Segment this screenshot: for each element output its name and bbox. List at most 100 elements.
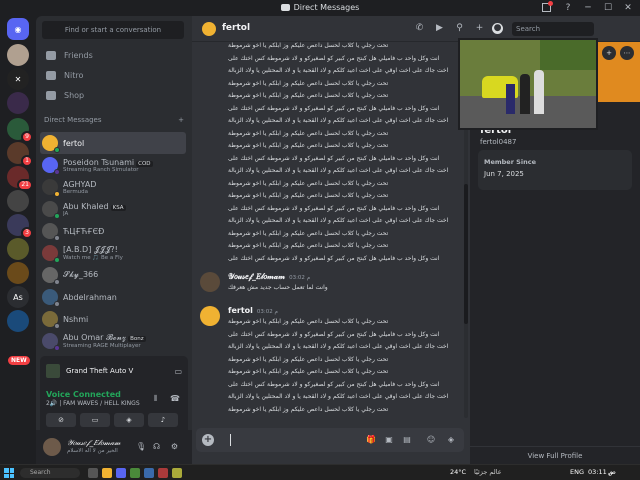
dm-activity: Streaming Ranch Simulator [63, 166, 139, 173]
attach-button[interactable]: + [202, 434, 214, 446]
call-icon[interactable]: ✆ [414, 23, 425, 34]
settings-icon[interactable]: ⚙ [170, 442, 179, 451]
discord-app-icon[interactable] [116, 468, 126, 478]
headphones-icon[interactable]: ☊ [152, 442, 161, 451]
message-header: fertol 03:02 م [228, 306, 278, 315]
screen-icon[interactable]: ▭ [174, 367, 182, 376]
app-icon[interactable] [172, 468, 182, 478]
clock-date[interactable]: ص [608, 468, 616, 476]
avatar[interactable] [200, 272, 220, 292]
message-author[interactable]: fertol [228, 306, 253, 315]
avatar [42, 267, 60, 285]
disconnect-icon[interactable]: ☎ [170, 394, 180, 403]
message-composer[interactable]: + 🎁 ▣ ▤ ☺ ◈ [196, 428, 464, 452]
task-view-icon[interactable] [88, 468, 98, 478]
weather-temp[interactable]: 24°C [450, 468, 466, 476]
dm-item[interactable]: ЋЦҒЋҒЄĐ [40, 220, 186, 242]
scrollbar-thumb[interactable] [464, 184, 468, 324]
apps-icon[interactable]: ◈ [446, 435, 456, 445]
dm-item[interactable]: Abu Omar 𝓑𝓸𝓷𝔃 Bonz Streaming RAGE Multipla… [40, 330, 186, 352]
avatar [42, 179, 60, 197]
dm-item[interactable]: Nshmi [40, 308, 186, 330]
emoji-icon[interactable]: ☺ [426, 435, 436, 445]
avatar [42, 289, 60, 307]
dm-name: Poseidon Tsunami COD [63, 157, 153, 167]
app-icon[interactable] [144, 468, 154, 478]
taskbar-search[interactable]: Search [20, 468, 80, 478]
server-icon[interactable]: 1 [7, 142, 33, 167]
message-text: تحت رجلي يا كلاب لحسل داعص عليكم وز ابلك… [228, 42, 449, 262]
dm-item[interactable]: AGHYAD Bermuda [40, 176, 186, 198]
video-call-icon[interactable]: ▶ [434, 23, 445, 34]
message-author[interactable]: 𝒴𝑜𝓊𝓈𝑒𝒻_𝐸𝓁𝑜𝓂𝒶𝓂 [228, 272, 285, 281]
server-icon[interactable] [7, 238, 29, 260]
video-popout[interactable] [458, 38, 598, 130]
server-icon[interactable] [7, 44, 29, 66]
dm-item[interactable]: Poseidon Tsunami COD Streaming Ranch Simul… [40, 154, 186, 176]
dm-item[interactable]: fertol [40, 132, 186, 154]
dm-item[interactable]: 𝓢𝓴𝔂_366 [40, 264, 186, 286]
dm-item[interactable]: [A.B.D] 𝓙𝓙𝓙?! Watch me 🎵 Be a Fly [40, 242, 186, 264]
avatar [42, 223, 60, 241]
soundboard-button[interactable]: ♪ [148, 413, 178, 427]
dm-item[interactable]: Abu Khaled KSA JA [40, 198, 186, 220]
home-button[interactable]: ◉ [7, 18, 29, 40]
server-icon[interactable] [7, 92, 29, 114]
server-icon[interactable] [7, 190, 29, 212]
server-icon[interactable]: 9 [7, 118, 33, 143]
language-indicator[interactable]: ENG [570, 468, 584, 476]
dm-item[interactable]: Abdelrahman [40, 286, 186, 308]
dm-name: Nshmi [63, 314, 89, 324]
server-icon[interactable]: ✕ [7, 68, 29, 90]
close-icon[interactable]: ✕ [618, 0, 638, 16]
activity-button[interactable]: ◈ [114, 413, 144, 427]
noise-suppression-icon[interactable]: ⦀ [154, 394, 158, 404]
nav-nitro[interactable]: Nitro [42, 66, 184, 84]
server-icon[interactable]: As [7, 286, 29, 308]
search-input[interactable]: Search [512, 22, 594, 36]
screenshare-button[interactable]: ▭ [80, 413, 110, 427]
member-since-card: Member Since Jun 7, 2025 [478, 150, 632, 190]
taskbar: Search 24°C عالم جزئيًا ENG 03:11 م ص [0, 464, 640, 480]
avatar[interactable] [43, 438, 61, 456]
app-icon[interactable] [158, 468, 168, 478]
server-icon[interactable] [7, 262, 29, 284]
weather-desc[interactable]: عالم جزئيًا [474, 468, 502, 476]
nav-friends[interactable]: Friends [42, 46, 184, 64]
dm-name: Abu Khaled KSA [63, 201, 126, 211]
dm-activity: JA [63, 210, 69, 217]
status-indicator [54, 169, 60, 175]
server-icon[interactable] [7, 310, 29, 332]
server-icon[interactable]: 3 [7, 214, 33, 239]
status-indicator [54, 257, 60, 263]
pin-icon[interactable]: ⚲ [454, 23, 465, 34]
title-bar: Direct Messages ? ─ ☐ ✕ [0, 0, 640, 16]
microphone-icon[interactable]: 🎙 [136, 442, 146, 451]
nav-shop[interactable]: Shop [42, 86, 184, 104]
add-friend-icon[interactable]: + [602, 46, 616, 60]
start-button[interactable] [4, 468, 14, 478]
view-full-profile-button[interactable]: View Full Profile [470, 446, 640, 464]
add-friend-icon[interactable]: + [474, 23, 485, 34]
maximize-icon[interactable]: ☐ [598, 0, 618, 16]
profile-toggle-icon[interactable]: ● [492, 23, 503, 34]
voice-channel[interactable]: 2🔊 | FAM WAVES / HELL KINGS [46, 400, 140, 407]
gift-icon[interactable]: 🎁 [366, 435, 376, 445]
dm-name: fertol [63, 138, 85, 148]
minimize-icon[interactable]: ─ [578, 0, 598, 16]
help-icon[interactable]: ? [558, 0, 578, 16]
file-explorer-icon[interactable] [102, 468, 112, 478]
find-conversation-button[interactable]: Find or start a conversation [42, 21, 184, 39]
status-indicator [54, 147, 60, 153]
dm-sidebar: Find or start a conversation Friends Nit… [36, 16, 192, 464]
avatar[interactable] [200, 306, 220, 326]
camera-button[interactable]: ⊘ [46, 413, 76, 427]
sticker-icon[interactable]: ▤ [402, 435, 412, 445]
server-icon[interactable]: 21 [7, 166, 33, 191]
add-dm-button[interactable]: + [178, 116, 184, 124]
gif-icon[interactable]: ▣ [384, 435, 394, 445]
more-icon[interactable]: ⋯ [620, 46, 634, 60]
app-icon[interactable] [130, 468, 140, 478]
status-indicator [54, 213, 60, 219]
inbox-icon[interactable] [542, 1, 553, 12]
